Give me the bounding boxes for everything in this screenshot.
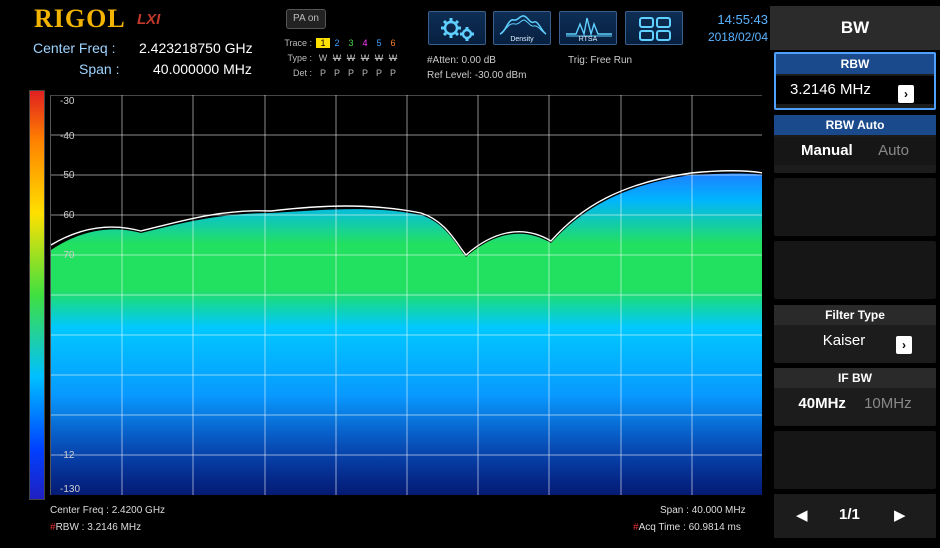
- if-bw-softkey[interactable]: IF BW 40MHz 10MHz: [774, 368, 936, 426]
- y-tick: -60: [60, 210, 75, 221]
- center-freq-label: Center Freq :: [33, 40, 116, 56]
- trace-2[interactable]: 2: [330, 38, 344, 48]
- y-tick: -70: [60, 250, 75, 261]
- density-button[interactable]: Density: [493, 11, 551, 45]
- density-label: Density: [510, 36, 534, 43]
- type-label: Type :: [287, 53, 312, 63]
- page-prev-icon[interactable]: ◀: [796, 506, 808, 524]
- trig-readout: Trig: Free Run: [568, 55, 633, 66]
- chevron-right-icon[interactable]: ›: [896, 336, 912, 354]
- det-row: Det :PPPPPP: [270, 68, 420, 78]
- menu-title: BW: [770, 6, 940, 50]
- clock-time: 14:55:43: [717, 12, 768, 27]
- menu-pager: ◀ 1/1 ▶: [774, 494, 936, 538]
- filter-type-label: Filter Type: [774, 305, 936, 325]
- det-6: P: [389, 68, 396, 78]
- det-2: P: [333, 68, 340, 78]
- footer-center-freq: Center Freq : 2.4200 GHz: [50, 505, 166, 516]
- trace-4[interactable]: 4: [358, 38, 372, 48]
- type-1: W: [318, 53, 328, 63]
- if-bw-10mhz-option[interactable]: 10MHz: [864, 395, 912, 412]
- bw-softkey-menu: BW RBW 3.2146 MHz › RBW Auto Manual Auto…: [770, 0, 940, 548]
- y-tick: -130: [60, 484, 81, 495]
- page-next-icon[interactable]: ▶: [894, 506, 906, 524]
- rbw-softkey[interactable]: RBW 3.2146 MHz ›: [774, 52, 936, 110]
- trace-1[interactable]: 1: [316, 38, 330, 48]
- pa-on-button[interactable]: PA on: [286, 9, 326, 29]
- footer-acq-time: #Acq Time : 60.9814 ms: [633, 522, 741, 533]
- empty-softkey: [774, 178, 936, 236]
- rtsa-button[interactable]: RTSA: [559, 11, 617, 45]
- rbw-label: RBW: [776, 54, 934, 74]
- layout-button[interactable]: [625, 11, 683, 45]
- density-color-bar: [29, 90, 45, 500]
- clock-date: 2018/02/04: [707, 30, 768, 44]
- y-tick: -30: [60, 96, 75, 107]
- y-tick: -40: [60, 131, 75, 142]
- grid-layout-icon: [639, 17, 671, 41]
- footer-rbw-value: RBW : 3.2146 MHz: [55, 522, 142, 533]
- lxi-logo: LXI: [137, 11, 161, 28]
- trace-label: Trace :: [284, 38, 312, 48]
- trace-3[interactable]: 3: [344, 38, 358, 48]
- footer-span: Span : 40.000 MHz: [660, 505, 746, 516]
- type-3: W: [346, 53, 356, 63]
- spectrum-display: [51, 95, 762, 495]
- trace-status-panel: Trace :123456 Type :WWWWWW Det :PPPPPP: [270, 34, 420, 84]
- span-value[interactable]: 40.000000 MHz: [153, 61, 252, 77]
- y-tick: -50: [60, 170, 75, 181]
- rtsa-label: RTSA: [578, 36, 598, 43]
- center-freq-value[interactable]: 2.423218750 GHz: [139, 40, 253, 56]
- if-bw-40mhz-option[interactable]: 40MHz: [798, 395, 846, 412]
- rbw-auto-auto-option[interactable]: Auto: [878, 142, 909, 159]
- filter-type-softkey[interactable]: Filter Type Kaiser ›: [774, 305, 936, 363]
- span-label: Span :: [79, 61, 120, 77]
- rbw-auto-softkey[interactable]: RBW Auto Manual Auto: [774, 115, 936, 173]
- if-bw-label: IF BW: [774, 368, 936, 388]
- settings-button[interactable]: [428, 11, 486, 45]
- rigol-logo: RIGOL: [34, 4, 126, 33]
- type-6: W: [388, 53, 398, 63]
- type-5: W: [374, 53, 384, 63]
- rbw-auto-label: RBW Auto: [774, 115, 936, 135]
- det-3: P: [347, 68, 354, 78]
- det-4: P: [361, 68, 368, 78]
- footer-acq-value: Acq Time : 60.9814 ms: [638, 522, 741, 533]
- chevron-right-icon[interactable]: ›: [898, 85, 914, 103]
- rbw-auto-manual-option[interactable]: Manual: [801, 142, 853, 159]
- footer-rbw: #RBW : 3.2146 MHz: [50, 522, 141, 533]
- trace-5[interactable]: 5: [372, 38, 386, 48]
- type-2: W: [332, 53, 342, 63]
- det-label: Det :: [292, 68, 312, 78]
- trace-6[interactable]: 6: [386, 38, 400, 48]
- empty-softkey: [774, 241, 936, 299]
- trace-row: Trace : 123456: [270, 38, 420, 48]
- det-1: P: [319, 68, 326, 78]
- type-4: W: [360, 53, 370, 63]
- det-5: P: [375, 68, 382, 78]
- atten-readout: #Atten: 0.00 dB: [427, 55, 496, 66]
- spectrum-density-plot[interactable]: [50, 95, 762, 495]
- ref-level-readout: Ref Level: -30.00 dBm: [427, 70, 527, 81]
- gear-icon: [441, 18, 474, 41]
- page-indicator: 1/1: [839, 506, 860, 523]
- density-icon: [499, 15, 547, 35]
- type-row: Type :WWWWWW: [270, 53, 420, 63]
- y-tick: -12: [60, 450, 75, 461]
- empty-softkey: [774, 431, 936, 489]
- rtsa-icon: [566, 17, 612, 37]
